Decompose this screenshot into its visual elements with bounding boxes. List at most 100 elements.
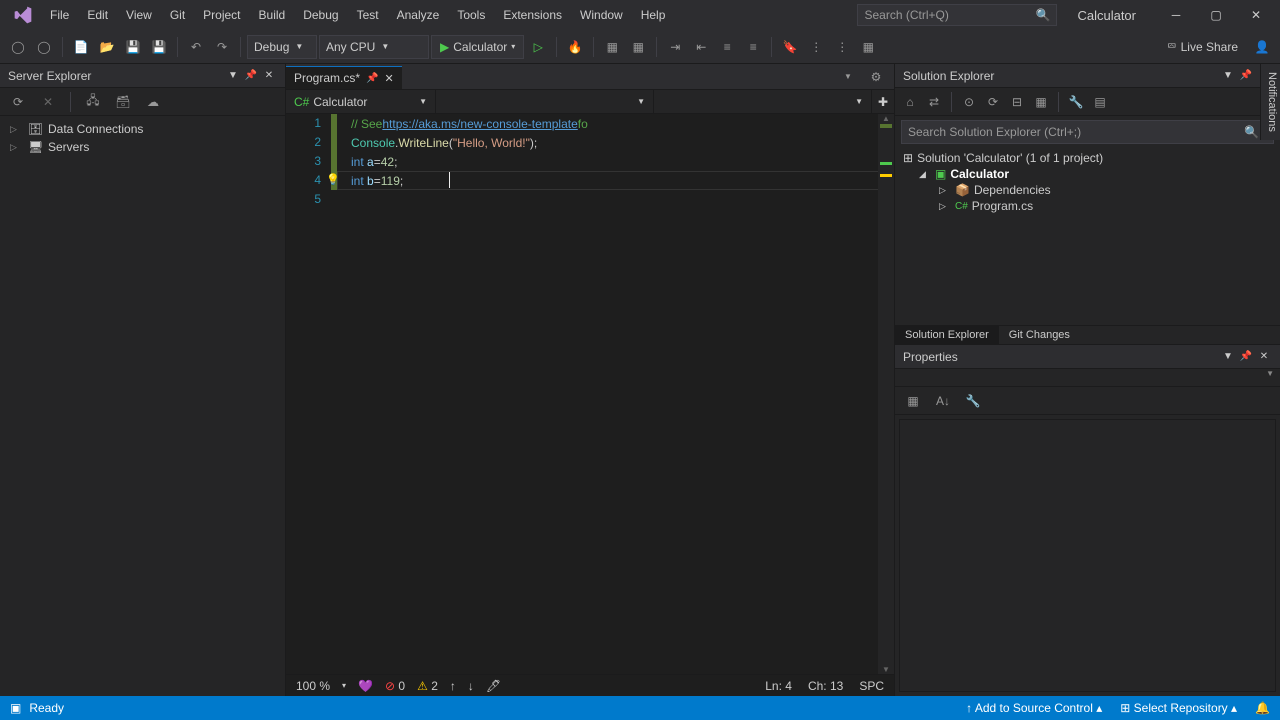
start-debug-button[interactable]: ▶Calculator▾ xyxy=(431,35,524,59)
collapse-icon[interactable]: ⊟ xyxy=(1006,90,1028,114)
save-button[interactable]: 💾 xyxy=(121,35,145,59)
dependencies-node[interactable]: ▷ 📦 Dependencies xyxy=(895,182,1280,198)
menu-help[interactable]: Help xyxy=(633,4,674,26)
comment-button[interactable]: ⋮ xyxy=(804,35,828,59)
hot-reload-button[interactable]: 🔥 xyxy=(563,35,587,59)
uncomment-button[interactable]: ⋮ xyxy=(830,35,854,59)
menu-git[interactable]: Git xyxy=(162,4,193,26)
menu-analyze[interactable]: Analyze xyxy=(389,4,448,26)
active-files-icon[interactable]: ▼ xyxy=(836,65,860,89)
menu-file[interactable]: File xyxy=(42,4,77,26)
search-box[interactable]: Search (Ctrl+Q) 🔍 xyxy=(857,4,1057,26)
warning-icon[interactable]: ⚠ xyxy=(417,679,428,693)
redo-button[interactable]: ↷ xyxy=(210,35,234,59)
add-source-control[interactable]: ↑ Add to Source Control ▴ xyxy=(966,701,1102,715)
browse-button[interactable]: ▦ xyxy=(600,35,624,59)
nav-type-dropdown[interactable]: ▼ xyxy=(436,90,654,113)
new-project-button[interactable]: 📄 xyxy=(69,35,93,59)
indent-indicator[interactable]: SPC xyxy=(859,679,884,693)
data-connections-node[interactable]: ▷ 🗄 Data Connections xyxy=(0,120,285,138)
forward-button[interactable]: ◯ xyxy=(32,35,56,59)
line-indicator[interactable]: Ln: 4 xyxy=(765,679,792,693)
step-out-button[interactable]: ⇥ xyxy=(663,35,687,59)
undo-button[interactable]: ↶ xyxy=(184,35,208,59)
connect-server-icon[interactable]: 🖧 xyxy=(81,90,105,114)
solution-search[interactable]: Search Solution Explorer (Ctrl+;) 🔍 ▾ xyxy=(901,120,1274,144)
pin-icon[interactable]: 📌 xyxy=(1238,349,1254,365)
categorized-icon[interactable]: ▦ xyxy=(901,389,925,413)
prev-issue-icon[interactable]: ↑ xyxy=(450,679,456,693)
error-icon[interactable]: ⊘ xyxy=(385,679,395,693)
health-icon[interactable]: 💜 xyxy=(358,679,373,693)
notifications-tab[interactable]: Notifications xyxy=(1260,64,1280,140)
tab-program-cs[interactable]: Program.cs* 📌 ✕ xyxy=(286,66,402,89)
menu-build[interactable]: Build xyxy=(251,4,294,26)
preview-icon[interactable]: ▤ xyxy=(1089,90,1111,114)
tab-git-changes[interactable]: Git Changes xyxy=(999,326,1080,344)
notifications-icon[interactable]: 🔔 xyxy=(1255,701,1270,715)
property-object-dropdown[interactable]: ▼ xyxy=(895,369,1280,387)
outdent-button[interactable]: ≡ xyxy=(741,35,765,59)
project-node[interactable]: ◢ ▣ Calculator xyxy=(895,166,1280,182)
panel-options-icon[interactable]: ▼ xyxy=(225,68,241,84)
code-editor[interactable]: 1 2 3 4 5 💡 // See https://aka.ms/new-co… xyxy=(286,114,894,674)
scrollbar[interactable]: ▲ ▼ xyxy=(878,114,894,674)
indent-button[interactable]: ≡ xyxy=(715,35,739,59)
panel-options-icon[interactable]: ▼ xyxy=(1220,349,1236,365)
menu-project[interactable]: Project xyxy=(195,4,248,26)
menu-edit[interactable]: Edit xyxy=(79,4,116,26)
nav-member-dropdown[interactable]: ▼ xyxy=(654,90,872,113)
menu-extensions[interactable]: Extensions xyxy=(495,4,570,26)
pin-icon[interactable]: 📌 xyxy=(243,68,259,84)
switch-views-icon[interactable]: ⇄ xyxy=(923,90,945,114)
toggle-button[interactable]: ▦ xyxy=(856,35,880,59)
account-button[interactable]: 👤 xyxy=(1250,35,1274,59)
connect-db-icon[interactable]: 🗃 xyxy=(111,90,135,114)
menu-window[interactable]: Window xyxy=(572,4,631,26)
stop-icon[interactable]: ✕ xyxy=(36,90,60,114)
cleanup-icon[interactable]: 🖊 xyxy=(486,679,501,693)
tab-solution-explorer[interactable]: Solution Explorer xyxy=(895,326,999,344)
maximize-button[interactable]: ▢ xyxy=(1196,0,1236,30)
menu-debug[interactable]: Debug xyxy=(295,4,346,26)
output-icon[interactable]: ▣ xyxy=(10,701,21,715)
panel-options-icon[interactable]: ▼ xyxy=(1220,68,1236,84)
solution-node[interactable]: ⊞ Solution 'Calculator' (1 of 1 project) xyxy=(895,150,1280,166)
menu-view[interactable]: View xyxy=(118,4,160,26)
next-issue-icon[interactable]: ↓ xyxy=(468,679,474,693)
editor-settings-icon[interactable]: ⚙ xyxy=(864,65,888,89)
zoom-level[interactable]: 100 % xyxy=(296,679,330,693)
live-share-button[interactable]: ⮹ Live Share xyxy=(1157,39,1248,54)
tab-pin-icon[interactable]: 📌 xyxy=(366,73,378,84)
nav-project-dropdown[interactable]: C# Calculator ▼ xyxy=(286,90,436,113)
refresh-icon[interactable]: ⟳ xyxy=(6,90,30,114)
close-panel-icon[interactable]: ✕ xyxy=(261,68,277,84)
split-icon[interactable]: ✚ xyxy=(872,90,894,113)
tab-close-icon[interactable]: ✕ xyxy=(384,72,393,85)
config-dropdown[interactable]: Debug▼ xyxy=(247,35,317,59)
file-node[interactable]: ▷ C# Program.cs xyxy=(895,198,1280,214)
menu-test[interactable]: Test xyxy=(349,4,387,26)
pending-icon[interactable]: ⊙ xyxy=(958,90,980,114)
window-button[interactable]: ▦ xyxy=(626,35,650,59)
close-panel-icon[interactable]: ✕ xyxy=(1256,349,1272,365)
alphabetical-icon[interactable]: A↓ xyxy=(931,389,955,413)
step-in-button[interactable]: ⇤ xyxy=(689,35,713,59)
select-repository[interactable]: ⊞ Select Repository ▴ xyxy=(1120,701,1237,715)
servers-node[interactable]: ▷ 🖥 Servers xyxy=(0,138,285,156)
save-all-button[interactable]: 💾 xyxy=(147,35,171,59)
platform-dropdown[interactable]: Any CPU▼ xyxy=(319,35,429,59)
properties-grid[interactable] xyxy=(899,419,1276,692)
sync-icon[interactable]: ⟳ xyxy=(982,90,1004,114)
azure-icon[interactable]: ☁ xyxy=(141,90,165,114)
back-button[interactable]: ◯ xyxy=(6,35,30,59)
open-button[interactable]: 📂 xyxy=(95,35,119,59)
close-button[interactable]: ✕ xyxy=(1236,0,1276,30)
menu-tools[interactable]: Tools xyxy=(449,4,493,26)
pin-icon[interactable]: 📌 xyxy=(1238,68,1254,84)
show-all-icon[interactable]: ▦ xyxy=(1030,90,1052,114)
home-icon[interactable]: ⌂ xyxy=(899,90,921,114)
properties-icon[interactable]: 🔧 xyxy=(1065,90,1087,114)
char-indicator[interactable]: Ch: 13 xyxy=(808,679,843,693)
minimize-button[interactable]: ─ xyxy=(1156,0,1196,30)
